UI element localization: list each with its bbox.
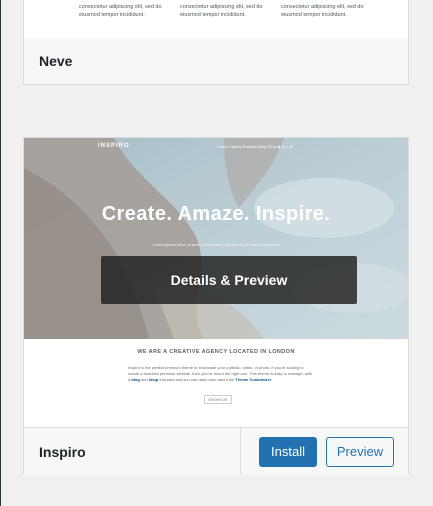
hero-image: INSPIRO Home Gallery Portfolio Blog Shop… <box>24 138 408 339</box>
theme-name-bar: Neve <box>24 38 408 84</box>
theme-name: Neve <box>39 53 73 69</box>
theme-card-inspiro[interactable]: INSPIRO Home Gallery Portfolio Blog Shop… <box>23 137 409 475</box>
inspiro-nav-menu: Home Gallery Portfolio Blog Shop ▮ ◎ ○ ⊕ <box>217 144 293 149</box>
theme-actions: Install Preview <box>240 428 408 475</box>
inspiro-logo: INSPIRO <box>98 143 130 149</box>
theme-card-neve[interactable]: consectetur adipiscing elit, sed do eius… <box>23 0 409 85</box>
theme-screenshot-inspiro[interactable]: INSPIRO Home Gallery Portfolio Blog Shop… <box>24 138 408 427</box>
agency-heading: WE ARE A CREATIVE AGENCY LOCATED IN LOND… <box>137 349 295 355</box>
agency-description: Inspiro is the perfect premium theme to … <box>128 365 313 383</box>
theme-name-bar: Inspiro Install Preview <box>24 427 408 475</box>
theme-name: Inspiro <box>39 443 86 460</box>
install-button[interactable]: Install <box>259 436 317 467</box>
agency-link: shop <box>148 377 159 382</box>
preview-button[interactable]: Preview <box>326 436 394 467</box>
neve-feature-text: consectetur adipiscing elit, sed do eius… <box>79 4 162 18</box>
hero-subtitle: Lorem ipsum dolor sit amet, consectetur … <box>152 242 280 247</box>
agency-text: included and you can read more about the <box>159 377 235 382</box>
agency-link: Theme Customizer <box>235 377 272 382</box>
know-us-button: KNOW US <box>204 395 232 404</box>
neve-feature-text: consectetur adipiscing elit, sed do eius… <box>180 4 263 18</box>
hero-title: Create. Amaze. Inspire. <box>101 203 331 225</box>
details-preview-button[interactable]: Details & Preview <box>101 256 357 304</box>
neve-feature-text: consectetur adipiscing elit, sed do eius… <box>281 4 364 18</box>
theme-screenshot-neve[interactable]: consectetur adipiscing elit, sed do eius… <box>24 0 408 39</box>
left-edge-divider <box>0 0 1 506</box>
agency-text: and <box>140 377 148 382</box>
agency-link: blog <box>131 377 140 382</box>
